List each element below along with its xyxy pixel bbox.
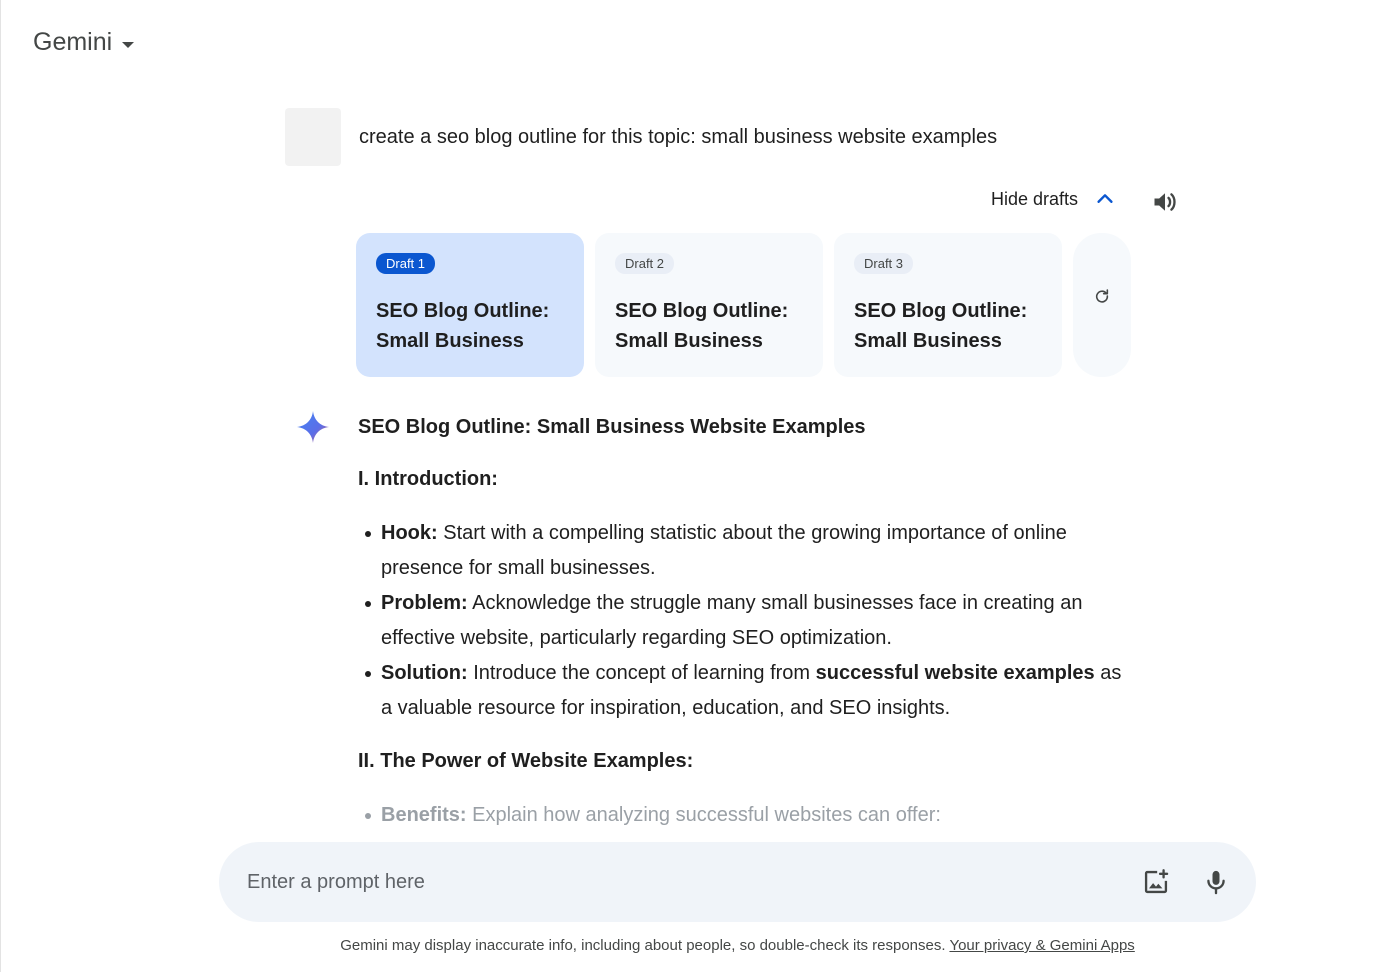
- bullet-label: Solution:: [381, 662, 468, 684]
- privacy-link[interactable]: Your privacy & Gemini Apps: [949, 937, 1134, 954]
- prompt-input[interactable]: [245, 869, 1110, 895]
- draft-title-line: SEO Blog Outline:: [615, 300, 789, 322]
- draft-title-line: SEO Blog Outline:: [376, 300, 550, 322]
- drafts-toggle[interactable]: Hide drafts: [991, 188, 1116, 210]
- bullet-label: Benefits:: [381, 804, 467, 826]
- list-item: Solution: Introduce the concept of learn…: [365, 656, 1138, 726]
- bullet-text: Introduce the concept of learning from: [467, 662, 816, 684]
- draft-title: SEO Blog Outline: Small Business: [854, 296, 1042, 356]
- bullet-list: Hook: Start with a compelling statistic …: [358, 516, 1138, 726]
- drafts-row: Draft 1 SEO Blog Outline: Small Business…: [356, 233, 1131, 377]
- section-heading: I. Introduction:: [358, 468, 498, 490]
- bullet-label: Hook:: [381, 522, 438, 544]
- app-name: Gemini: [33, 28, 113, 56]
- disclaimer: Gemini may display inaccurate info, incl…: [1, 937, 1400, 954]
- bullet-text: Acknowledge the struggle many small busi…: [381, 592, 1083, 649]
- caret-down-icon: [122, 41, 135, 48]
- draft-chip: Draft 1: [376, 253, 436, 274]
- draft-title-line: SEO Blog Outline:: [854, 300, 1028, 322]
- user-prompt-row: create a seo blog outline for this topic…: [285, 108, 997, 166]
- section-heading: II. The Power of Website Examples:: [358, 750, 694, 772]
- draft-card-1[interactable]: Draft 1 SEO Blog Outline: Small Business: [356, 233, 584, 377]
- draft-title-line: Small Business: [376, 330, 524, 352]
- draft-title: SEO Blog Outline: Small Business: [615, 296, 803, 356]
- draft-title-line: Small Business: [615, 330, 763, 352]
- bullet-emphasis: successful website examples: [815, 662, 1095, 684]
- speaker-icon[interactable]: [1151, 188, 1179, 216]
- avatar: [285, 108, 341, 166]
- regenerate-drafts-button[interactable]: [1073, 233, 1131, 377]
- model-selector[interactable]: Gemini: [33, 28, 135, 57]
- microphone-icon[interactable]: [1202, 868, 1230, 896]
- list-item: Benefits: Explain how analyzing successf…: [365, 798, 1138, 833]
- hide-drafts-button[interactable]: Hide drafts: [991, 189, 1078, 210]
- list-item: Problem: Acknowledge the struggle many s…: [365, 586, 1138, 656]
- draft-card-2[interactable]: Draft 2 SEO Blog Outline: Small Business: [595, 233, 823, 377]
- draft-title: SEO Blog Outline: Small Business: [376, 296, 564, 356]
- bullet-text: Explain how analyzing successful website…: [466, 804, 941, 826]
- response-body: SEO Blog Outline: Small Business Website…: [358, 412, 1138, 833]
- draft-card-3[interactable]: Draft 3 SEO Blog Outline: Small Business: [834, 233, 1062, 377]
- add-image-icon[interactable]: [1142, 868, 1170, 896]
- draft-chip: Draft 3: [854, 253, 914, 274]
- disclaimer-text: Gemini may display inaccurate info, incl…: [340, 937, 950, 954]
- response-title: SEO Blog Outline: Small Business Website…: [358, 416, 866, 438]
- refresh-icon: [1095, 289, 1109, 303]
- draft-chip: Draft 2: [615, 253, 675, 274]
- bullet-list: Benefits: Explain how analyzing successf…: [358, 798, 1138, 833]
- bullet-text: Start with a compelling statistic about …: [381, 522, 1067, 579]
- app-frame: Gemini create a seo blog outline for thi…: [0, 0, 1400, 972]
- chevron-up-icon[interactable]: [1094, 188, 1116, 210]
- user-prompt-text: create a seo blog outline for this topic…: [359, 125, 998, 148]
- bullet-label: Problem:: [381, 592, 468, 614]
- gemini-spark-icon: [297, 411, 329, 443]
- list-item: Hook: Start with a compelling statistic …: [365, 516, 1138, 586]
- draft-title-line: Small Business: [854, 330, 1002, 352]
- prompt-bar: [219, 842, 1256, 922]
